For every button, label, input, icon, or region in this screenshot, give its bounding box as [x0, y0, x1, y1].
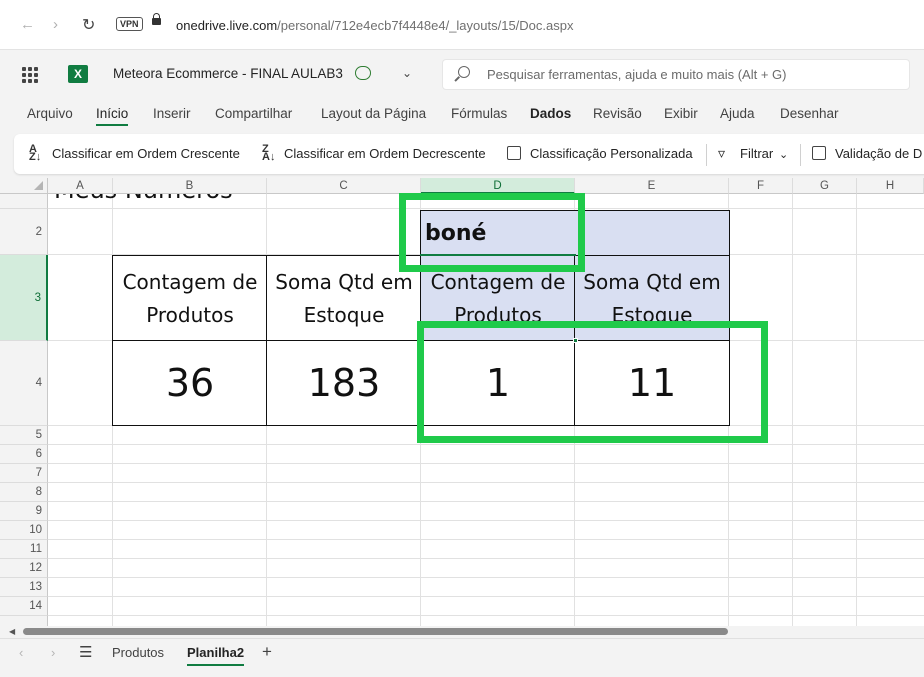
select-all-corner[interactable]	[0, 178, 48, 194]
row-header-7[interactable]: 7	[0, 464, 48, 483]
app-launcher-icon[interactable]	[22, 67, 38, 83]
row-header-6[interactable]: 6	[0, 445, 48, 464]
gridline	[48, 482, 924, 483]
highlight-box-values	[417, 321, 768, 443]
row-header-9[interactable]: 9	[0, 502, 48, 521]
reload-icon[interactable]: ↻	[82, 15, 95, 35]
column-header-e[interactable]: E	[575, 178, 729, 194]
row-header-15[interactable]	[0, 616, 48, 626]
search-icon	[458, 66, 470, 78]
sort-ascending-button[interactable]: Classificar em Ordem Crescente	[52, 146, 240, 161]
tab-dados[interactable]: Dados	[530, 106, 571, 121]
gridline	[48, 615, 924, 616]
sheet-prev-icon[interactable]: ‹	[19, 645, 23, 660]
row-header-13[interactable]: 13	[0, 578, 48, 597]
column-header-d[interactable]: D	[421, 178, 575, 194]
cloud-saved-icon[interactable]	[355, 66, 371, 80]
filter-button[interactable]: Filtrar	[740, 146, 773, 161]
all-sheets-menu-icon[interactable]: ☰	[79, 643, 92, 661]
row-header-1[interactable]	[0, 194, 48, 209]
filter-icon: ▿	[718, 145, 726, 161]
column-header-h[interactable]: H	[857, 178, 924, 194]
highlight-box-filter	[399, 193, 585, 272]
chevron-down-icon[interactable]: ⌄	[779, 148, 788, 161]
forward-arrow-icon[interactable]: ›	[53, 16, 58, 33]
gridline	[48, 577, 924, 578]
value-cell-b4[interactable]: 36	[112, 340, 268, 426]
row-header-4[interactable]: 4	[0, 341, 48, 426]
tab-exibir[interactable]: Exibir	[664, 106, 698, 121]
sort-descending-icon: Z A↓	[262, 143, 276, 163]
document-title[interactable]: Meteora Ecommerce - FINAL AULAB3	[113, 66, 343, 81]
sheet-next-icon[interactable]: ›	[51, 645, 55, 660]
custom-sort-button[interactable]: Classificação Personalizada	[530, 146, 693, 161]
row-header-3[interactable]: 3	[0, 255, 48, 341]
row-header-12[interactable]: 12	[0, 559, 48, 578]
column-header-g[interactable]: G	[793, 178, 857, 194]
tab-arquivo[interactable]: Arquivo	[27, 106, 73, 121]
data-validation-button[interactable]: Validação de D	[835, 146, 922, 161]
gridline	[48, 539, 924, 540]
gridline	[856, 194, 857, 626]
sheet-tab-produtos[interactable]: Produtos	[112, 645, 164, 660]
tab-compartilhar[interactable]: Compartilhar	[215, 106, 292, 121]
gridline	[48, 444, 924, 445]
url-host: onedrive.live.com	[176, 18, 278, 33]
excel-logo-icon: X	[68, 65, 88, 83]
gridline	[48, 463, 924, 464]
tab-ajuda[interactable]: Ajuda	[720, 106, 755, 121]
row-header-11[interactable]: 11	[0, 540, 48, 559]
scroll-left-icon[interactable]: ◀	[9, 627, 15, 636]
sort-descending-button[interactable]: Classificar em Ordem Decrescente	[284, 146, 486, 161]
ribbon-divider	[800, 144, 801, 166]
tab-desenhar[interactable]: Desenhar	[780, 106, 839, 121]
lock-icon[interactable]	[152, 13, 161, 25]
tab-layout-pagina[interactable]: Layout da Página	[321, 106, 426, 121]
gridline	[48, 596, 924, 597]
custom-sort-icon	[507, 146, 521, 160]
gridline	[792, 194, 793, 626]
tab-inserir[interactable]: Inserir	[153, 106, 191, 121]
chevron-down-icon[interactable]: ⌄	[402, 66, 412, 80]
gridline	[48, 558, 924, 559]
row-header-2[interactable]: 2	[0, 209, 48, 255]
back-arrow-icon[interactable]: ←	[20, 16, 35, 33]
url-field[interactable]: onedrive.live.com/personal/712e4ecb7f444…	[176, 18, 573, 33]
tab-formulas[interactable]: Fórmulas	[451, 106, 507, 121]
gridline	[48, 520, 924, 521]
scrollbar-thumb[interactable]	[23, 628, 728, 635]
search-placeholder: Pesquisar ferramentas, ajuda e muito mai…	[487, 67, 787, 82]
tab-revisao[interactable]: Revisão	[593, 106, 642, 121]
column-header-f[interactable]: F	[729, 178, 793, 194]
url-path: /personal/712e4ecb7f4448e4/_layouts/15/D…	[277, 18, 574, 33]
vpn-badge[interactable]: VPN	[116, 17, 143, 31]
sort-ascending-icon: A Z↓	[29, 143, 42, 163]
column-header-a[interactable]: A	[48, 178, 113, 194]
tab-inicio[interactable]: Início	[96, 106, 129, 126]
row-header-14[interactable]: 14	[0, 597, 48, 616]
spreadsheet-grid[interactable]: A B C D E F G H Meus Números A B C D E F…	[0, 178, 924, 626]
column-header-b[interactable]: B	[113, 178, 267, 194]
add-sheet-button[interactable]: +	[262, 642, 272, 662]
sheet-tab-planilha2[interactable]: Planilha2	[187, 645, 245, 666]
row-header-8[interactable]: 8	[0, 483, 48, 502]
gridline	[48, 501, 924, 502]
ribbon-divider	[706, 144, 707, 166]
row-header-5[interactable]: 5	[0, 426, 48, 445]
value-cell-c4[interactable]: 183	[266, 340, 422, 426]
column-header-c[interactable]: C	[267, 178, 421, 194]
data-validation-icon	[812, 146, 826, 160]
row-header-10[interactable]: 10	[0, 521, 48, 540]
header-cell-b3[interactable]: Contagem de Produtos	[112, 255, 268, 342]
